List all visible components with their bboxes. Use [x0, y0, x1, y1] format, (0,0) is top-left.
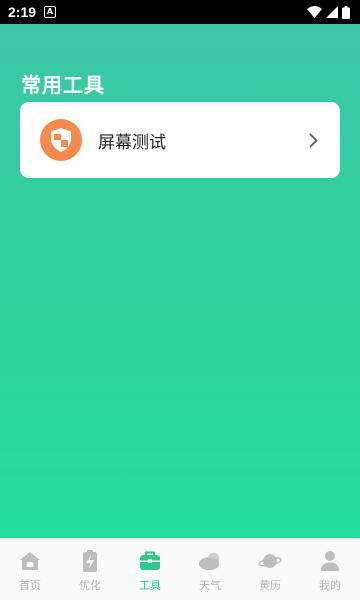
chevron-right-icon [309, 133, 318, 148]
tab-profile[interactable]: 我的 [307, 539, 353, 600]
tab-label: 工具 [139, 579, 161, 592]
battery-bolt-icon [78, 549, 102, 573]
tool-item-label: 屏幕测试 [98, 132, 166, 153]
shield-icon [40, 119, 82, 161]
section-title: 常用工具 [21, 73, 105, 97]
tab-optimize[interactable]: 优化 [67, 539, 113, 600]
status-bar-right [307, 5, 350, 19]
tab-tools[interactable]: 工具 [127, 539, 173, 600]
tool-item-screen-test[interactable]: 屏幕测试 [20, 102, 340, 178]
wifi-icon [307, 6, 322, 18]
tab-label: 黄历 [259, 579, 281, 592]
tab-home[interactable]: 首页 [7, 539, 53, 600]
battery-icon [342, 5, 350, 19]
tab-label: 天气 [199, 579, 221, 592]
tab-almanac[interactable]: 黄历 [247, 539, 293, 600]
tab-label: 我的 [319, 579, 341, 592]
tab-weather[interactable]: 天气 [187, 539, 233, 600]
notification-app-icon: A [44, 6, 57, 18]
toolbox-icon [138, 549, 162, 573]
cellular-signal-icon [326, 6, 338, 18]
planet-icon [258, 549, 282, 573]
cloud-icon [198, 549, 222, 573]
status-bar: 2:19 A [0, 0, 360, 24]
bottom-tab-bar: 首页 优化 工具 天气 黄历 我的 [0, 538, 360, 600]
status-time: 2:19 [8, 4, 37, 20]
tab-label: 首页 [19, 579, 41, 592]
status-bar-left: 2:19 A [8, 4, 57, 20]
tab-label: 优化 [79, 579, 101, 592]
user-icon [318, 549, 342, 573]
home-icon [18, 549, 42, 573]
